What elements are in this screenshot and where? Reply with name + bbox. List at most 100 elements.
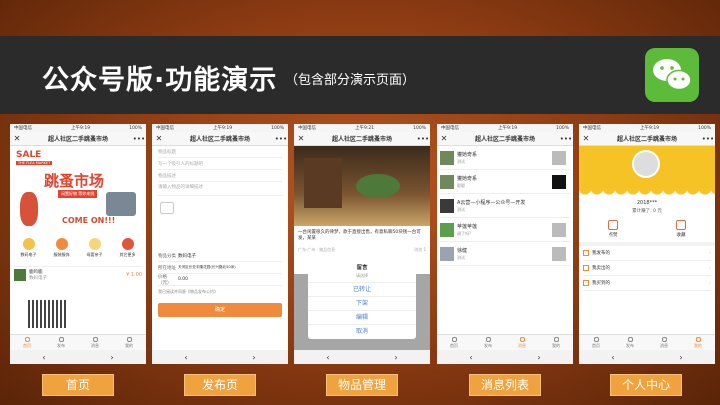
nav-bar: ✕ 超人社区二手跳蚤市场 ••• [437,132,573,146]
more-icon[interactable]: ••• [416,135,430,143]
hero-title: 跳蚤市场 [44,172,105,190]
category-item[interactable]: 服装服饰 [45,238,78,258]
back-icon[interactable]: ‹ [184,353,187,362]
forward-icon[interactable]: › [537,353,540,362]
tab-home[interactable]: 首页 [10,335,44,350]
transferred-option[interactable]: 已转让 [308,283,416,297]
tab-label: 首页 [450,342,458,348]
close-icon[interactable]: ✕ [294,134,308,143]
category-label: 其它更多 [119,252,136,257]
back-icon[interactable]: ‹ [611,353,614,362]
camera-icon[interactable] [160,202,174,214]
plant-image [356,174,400,198]
message-title: 苹莲苹莲 [457,223,478,230]
more-icon[interactable]: ••• [559,135,573,143]
tab-label: 发布 [484,342,492,348]
tab-label: 首页 [592,342,600,348]
publish-icon [485,336,491,342]
back-icon[interactable]: ‹ [469,353,472,362]
label-messages: 消息列表 [469,374,541,396]
message-preview: 聪聪 [457,182,465,188]
cancel-button[interactable]: 取消 [308,325,416,339]
desc-input[interactable]: 请输入物品的详细描述 [158,182,282,196]
hero-banner[interactable]: SALE THE FLEA MARKET 跳蚤市场 闲置好物 等你来挑 COME… [14,148,142,234]
category-list: 数码电子 服装服饰 母婴亲子 其它更多 [10,236,146,260]
close-icon[interactable]: ✕ [437,134,451,143]
price-row[interactable]: 价格（元） 0.00 [158,274,282,286]
item-views: 浏览 1 [414,246,426,252]
forward-icon[interactable]: › [679,353,682,362]
category-item[interactable]: 母婴亲子 [78,238,111,258]
agree-checkbox[interactable]: 我已阅读并同意《物品发布公约》 [158,289,282,295]
address-row[interactable]: 所在地址 天河区长亚丰隆花园(长兴路北50米) [158,262,282,274]
list-item[interactable]: 獾她奇系 测试 [440,146,570,170]
close-icon[interactable]: ✕ [152,134,166,143]
message-preview: 测试 [457,254,465,260]
tab-publish[interactable]: 发布 [44,335,78,350]
page-subtitle: （包含部分演示页面） [285,73,416,88]
tab-mine[interactable]: 我的 [112,335,146,350]
label-manage: 物品管理 [326,374,398,396]
list-item[interactable]: 徐健 测试 [440,242,570,266]
menu-item-published[interactable]: 我发布的 › [583,246,711,261]
tab-message[interactable]: 消息 [505,335,539,350]
tab-mine[interactable]: 我的 [681,335,715,350]
tab-home[interactable]: 首页 [579,335,613,350]
forward-icon[interactable]: › [252,353,255,362]
tab-mine[interactable]: 我的 [539,335,573,350]
tab-message[interactable]: 消息 [78,335,112,350]
category-row[interactable]: 物品分类 数码电子 [158,250,282,262]
menu-item-bought[interactable]: 我买到的 › [583,276,711,291]
tab-publish[interactable]: 发布 [471,335,505,350]
tab-label: 消息 [518,342,526,348]
menu-label: 我发布的 [592,251,610,256]
title-field[interactable]: 物品标题 [158,146,282,158]
menu-item-sold[interactable]: 我卖出的 › [583,261,711,276]
list-item[interactable]: 苹莲苹莲 谢了吗? [440,218,570,242]
desc-label: 物品描述 [158,170,282,182]
hero-tag: 闲置好物 等你来挑 [58,190,98,198]
category-label: 数码电子 [20,252,37,257]
tab-message[interactable]: 消息 [647,335,681,350]
battery-text: 100% [698,125,711,131]
message-preview: 测试 [457,158,465,164]
like-icon [608,220,618,230]
time-text: 上午9:19 [71,126,91,131]
forward-icon[interactable]: › [110,353,113,362]
title-hint[interactable]: 写一个吸引人的标题吧 [158,158,282,170]
more-icon[interactable]: ••• [701,135,715,143]
more-icon[interactable]: ••• [274,135,288,143]
category-item[interactable]: 数码电子 [12,238,45,258]
edit-option[interactable]: 编辑 [308,311,416,325]
more-icon[interactable]: ••• [132,135,146,143]
tab-label: 我的 [552,342,560,348]
message-icon [661,336,667,342]
browser-nav: ‹ › [579,350,715,364]
item-thumbnail [552,246,566,261]
tab-label: 我的 [694,342,702,348]
tab-home[interactable]: 首页 [437,335,471,350]
forward-icon[interactable]: › [394,353,397,362]
sheet-subtitle: 请选择 [308,273,416,283]
phone-home: 中国电信 上午9:19 100% ✕ 超人社区二手跳蚤市场 ••• SALE T… [10,124,146,364]
avatar [440,198,454,213]
phone-messages: 中国电信 上午9:19 100% ✕ 超人社区二手跳蚤市场 ••• 獾她奇系 测试… [437,124,573,364]
close-icon[interactable]: ✕ [579,134,593,143]
likes-button[interactable]: 点赞 [579,220,647,238]
list-item[interactable]: 鹿鸣鹿 数码电子 ¥ 1.00 [14,266,142,282]
close-icon[interactable]: ✕ [10,134,24,143]
back-icon[interactable]: ‹ [326,353,329,362]
list-item[interactable]: 獾她奇系 聪聪 [440,170,570,194]
favorites-button[interactable]: 收藏 [647,220,715,238]
unlist-option[interactable]: 下架 [308,297,416,311]
tab-publish[interactable]: 发布 [613,335,647,350]
row-value: 0.00 [178,277,189,282]
list-item[interactable]: A云营—小程序—公众号—开发 测试 [440,194,570,218]
submit-button[interactable]: 确定 [158,303,282,317]
category-item[interactable]: 其它更多 [111,238,144,258]
header-banner: 公众号版·功能演示 （包含部分演示页面） [0,36,720,114]
back-icon[interactable]: ‹ [42,353,45,362]
avatar[interactable] [632,150,660,178]
item-photo[interactable] [294,146,430,226]
tab-label: 发布 [57,342,65,348]
